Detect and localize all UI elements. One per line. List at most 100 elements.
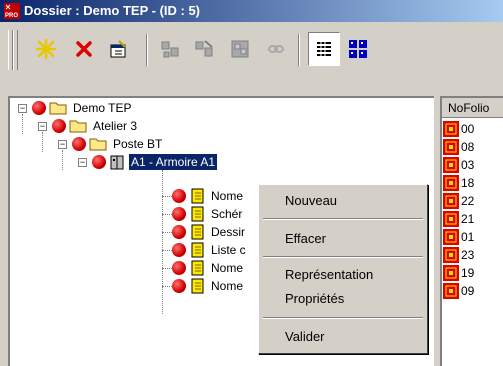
- table-row[interactable]: 18: [442, 174, 503, 192]
- menu-item-proprietes[interactable]: Propriétés: [285, 291, 344, 306]
- folder-icon: [69, 120, 87, 133]
- document-icon: [191, 224, 204, 240]
- folio-table[interactable]: NoFolio 00 08 03 18 22 21 01 23 19 09: [440, 96, 503, 366]
- status-ball-icon: [72, 137, 86, 151]
- folio-number: 08: [461, 140, 475, 154]
- status-ball-icon: [172, 279, 186, 293]
- document-icon: [191, 188, 204, 204]
- menu-item-nouveau[interactable]: Nouveau: [285, 193, 337, 208]
- document-icon: [191, 278, 204, 294]
- tree-node[interactable]: Liste c: [172, 241, 248, 259]
- tool-b-icon[interactable]: [190, 34, 218, 64]
- list-view-icon[interactable]: [308, 32, 340, 66]
- table-row[interactable]: 00: [442, 120, 503, 138]
- tree-connector: [162, 268, 172, 269]
- document-icon: [191, 260, 204, 276]
- tree-node-label: Schér: [211, 207, 243, 221]
- collapse-icon[interactable]: −: [38, 122, 47, 131]
- tree-node-selected[interactable]: A1 - Armoire A1: [92, 153, 218, 171]
- tree-node-label: Demo TEP: [73, 101, 132, 115]
- table-row[interactable]: 01: [442, 228, 503, 246]
- tool-a-icon[interactable]: [156, 34, 184, 64]
- folio-number: 00: [461, 122, 475, 136]
- document-icon: [191, 206, 204, 222]
- title-bar[interactable]: PRO Dossier : Demo TEP - (ID : 5): [0, 0, 503, 22]
- folio-icon: [443, 247, 459, 263]
- collapse-icon[interactable]: −: [18, 104, 27, 113]
- context-menu: Nouveau Effacer Représentation Propriété…: [258, 184, 428, 354]
- table-row[interactable]: 22: [442, 192, 503, 210]
- tree-node-label: Dessir: [211, 225, 246, 239]
- tree-node[interactable]: Poste BT: [72, 135, 164, 153]
- folio-icon: [443, 157, 459, 173]
- table-row[interactable]: 19: [442, 264, 503, 282]
- status-ball-icon: [172, 261, 186, 275]
- tree-node[interactable]: Dessir: [172, 223, 247, 241]
- link-icon[interactable]: [262, 34, 290, 64]
- tree-connector: [62, 150, 63, 170]
- table-row[interactable]: 23: [442, 246, 503, 264]
- tool-c-icon[interactable]: [226, 34, 254, 64]
- tree-node[interactable]: Nome: [172, 187, 245, 205]
- tree-node-label: A1 - Armoire A1: [129, 154, 218, 170]
- tree-node[interactable]: Schér: [172, 205, 244, 223]
- tree-connector: [162, 250, 172, 251]
- new-icon[interactable]: [32, 34, 60, 64]
- tree-connector: [162, 170, 163, 314]
- delete-icon[interactable]: [70, 34, 98, 64]
- tree-node-label: Nome: [211, 189, 244, 203]
- table-row[interactable]: 09: [442, 282, 503, 300]
- tree-connector: [162, 286, 172, 287]
- folio-number: 09: [461, 284, 475, 298]
- menu-separator: [263, 218, 423, 220]
- tree-connector: [162, 214, 172, 215]
- menu-separator: [263, 317, 423, 319]
- status-ball-icon: [172, 225, 186, 239]
- tree-node[interactable]: Atelier 3: [52, 117, 139, 135]
- tree-connector: [162, 232, 172, 233]
- tree-node-label: Poste BT: [113, 137, 163, 151]
- tree-connector: [162, 196, 172, 197]
- window-title: Dossier : Demo TEP - (ID : 5): [24, 3, 201, 18]
- folio-number: 18: [461, 176, 475, 190]
- folio-number: 19: [461, 266, 475, 280]
- folio-number: 22: [461, 194, 475, 208]
- toolbar-separator-2: [298, 34, 300, 66]
- tree-node-label: Liste c: [211, 243, 246, 257]
- table-row[interactable]: 08: [442, 138, 503, 156]
- status-ball-icon: [32, 101, 46, 115]
- tree-node[interactable]: Nome: [172, 277, 245, 295]
- menu-item-effacer[interactable]: Effacer: [285, 231, 326, 246]
- tree-node-label: Nome: [211, 279, 244, 293]
- cabinet-icon: [110, 155, 124, 170]
- folio-icon: [443, 193, 459, 209]
- tree-connector: [42, 132, 43, 152]
- folio-icon: [443, 139, 459, 155]
- grid-view-icon[interactable]: [344, 34, 372, 64]
- table-row[interactable]: 03: [442, 156, 503, 174]
- document-icon: [191, 242, 204, 258]
- menu-item-valider[interactable]: Valider: [285, 329, 325, 344]
- status-ball-icon: [172, 207, 186, 221]
- folio-number: 21: [461, 212, 475, 226]
- folder-icon: [49, 102, 67, 115]
- collapse-icon[interactable]: −: [78, 158, 87, 167]
- status-ball-icon: [172, 243, 186, 257]
- status-ball-icon: [172, 189, 186, 203]
- folio-number: 03: [461, 158, 475, 172]
- folder-icon: [89, 138, 107, 151]
- folio-icon: [443, 283, 459, 299]
- app-icon: PRO: [4, 3, 20, 19]
- tree-node-label: Atelier 3: [93, 119, 138, 133]
- toolbar-grip-2[interactable]: [13, 30, 18, 70]
- menu-item-representation[interactable]: Représentation: [285, 267, 373, 282]
- table-row[interactable]: 21: [442, 210, 503, 228]
- tree-node-label: Nome: [211, 261, 244, 275]
- properties-icon[interactable]: [104, 34, 132, 64]
- tree-node[interactable]: Nome: [172, 259, 245, 277]
- tree-node[interactable]: Demo TEP: [32, 99, 133, 117]
- folio-number: 23: [461, 248, 475, 262]
- column-header-nofolio[interactable]: NoFolio: [442, 98, 503, 118]
- tree-connector: [22, 114, 23, 134]
- collapse-icon[interactable]: −: [58, 140, 67, 149]
